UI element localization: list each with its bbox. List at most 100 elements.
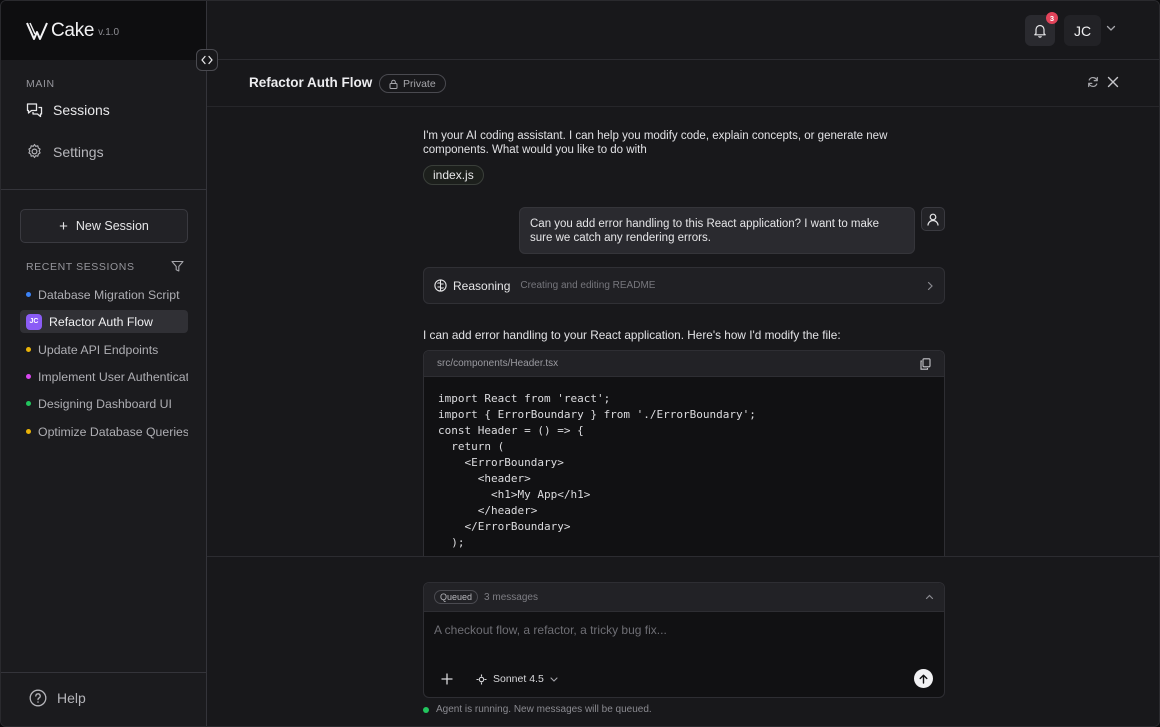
header-actions (1087, 76, 1119, 88)
notifications-button[interactable]: 3 (1025, 12, 1058, 46)
code-line: </ErrorBoundary> (438, 520, 571, 533)
filter-icon[interactable] (171, 260, 184, 273)
reasoning-panel[interactable]: Reasoning Creating and editing README (423, 267, 945, 304)
send-button[interactable] (914, 669, 933, 688)
file-chip[interactable]: index.js (423, 165, 484, 185)
status-dot (26, 374, 31, 379)
cake-logo-icon (26, 22, 48, 40)
sidebar-item-settings-label: Settings (53, 143, 104, 160)
code-line: import { ErrorBoundary } from './ErrorBo… (438, 408, 756, 421)
main-section-label: MAIN (26, 78, 55, 90)
session-label: Refactor Auth Flow (49, 314, 153, 329)
help-button[interactable]: Help (29, 689, 86, 707)
status-dot (26, 347, 31, 352)
visibility-label: Private (403, 77, 436, 90)
brand-name: Cake (51, 19, 95, 41)
chat-thread[interactable]: I'm your AI coding assistant. I can help… (207, 107, 1159, 556)
recent-sessions-label: RECENT SESSIONS (26, 260, 135, 273)
bell-icon (1034, 24, 1046, 38)
page-title: Refactor Auth Flow (249, 75, 373, 90)
code-body[interactable]: import React from 'react'; import { Erro… (424, 377, 944, 556)
code-block-header: src/components/Header.tsx (424, 351, 944, 377)
assistant-message-reply: I can add error handling to your React a… (423, 328, 841, 342)
top-bar: 3 JC (207, 1, 1159, 60)
gear-icon (28, 143, 41, 159)
lock-icon (389, 79, 398, 89)
model-select[interactable]: Sonnet 4.5 (476, 673, 558, 685)
sidebar-divider (1, 672, 206, 673)
code-block: src/components/Header.tsx import React f… (423, 350, 945, 556)
refresh-icon[interactable] (1087, 76, 1099, 88)
session-item-database-migration[interactable]: Database Migration Script (20, 283, 188, 306)
code-line: ); (438, 536, 465, 549)
visibility-badge[interactable]: Private (379, 74, 446, 93)
new-session-button[interactable]: + New Session (20, 209, 188, 243)
chevron-up-icon[interactable] (925, 594, 934, 600)
sidebar-item-settings[interactable]: Settings (26, 143, 104, 160)
code-line: <h1>My App</h1> (438, 488, 591, 501)
add-attachment-icon[interactable] (440, 672, 454, 686)
sidebar-item-sessions[interactable]: Sessions (26, 102, 110, 118)
arrow-up-icon (919, 674, 928, 684)
code-file-path: src/components/Header.tsx (437, 358, 559, 369)
session-label: Designing Dashboard UI (38, 396, 172, 411)
session-avatar: JC (26, 313, 42, 330)
plus-icon: + (59, 217, 68, 235)
sidebar-divider (1, 189, 206, 190)
brand[interactable]: Cake v.1.0 (1, 1, 206, 60)
status-dot (423, 706, 429, 713)
close-icon[interactable] (1107, 76, 1119, 88)
code-line: const Header = () => { (438, 424, 584, 437)
session-header: Refactor Auth Flow Private (207, 61, 1159, 107)
composer: Queued 3 messages Sonnet 4.5 (423, 582, 945, 698)
brain-icon (434, 279, 447, 292)
copy-icon[interactable] (920, 357, 931, 370)
queued-messages-bar[interactable]: Queued 3 messages (424, 583, 944, 612)
code-brackets-icon (201, 55, 213, 65)
user-avatar (921, 207, 945, 231)
chevron-right-icon (927, 281, 933, 290)
recent-sessions-header: RECENT SESSIONS (26, 260, 184, 273)
session-label: Implement User Authenticat (38, 369, 188, 384)
code-line: import React from 'react'; (438, 392, 611, 405)
notification-badge: 3 (1046, 12, 1058, 24)
chat-bubbles-icon (26, 103, 43, 118)
reasoning-status: Creating and editing README (520, 280, 656, 291)
session-item-implement-auth[interactable]: Implement User Authenticat (20, 365, 188, 388)
session-item-update-api[interactable]: Update API Endpoints (20, 338, 188, 361)
agent-status: Agent is running. New messages will be q… (423, 704, 652, 715)
session-item-optimize-queries[interactable]: Optimize Database Queries (20, 420, 188, 443)
sidebar-collapse-button[interactable] (196, 49, 218, 71)
user-icon (927, 213, 939, 226)
code-line: <header> (438, 472, 531, 485)
agent-status-text: Agent is running. New messages will be q… (436, 704, 652, 715)
status-dot (26, 429, 31, 434)
code-line: return ( (438, 440, 505, 453)
session-item-dashboard-ui[interactable]: Designing Dashboard UI (20, 392, 188, 415)
user-menu-button[interactable]: JC (1064, 15, 1101, 46)
session-label: Database Migration Script (38, 287, 180, 302)
chevron-down-icon (550, 676, 558, 682)
help-label: Help (57, 690, 86, 706)
sidebar-item-sessions-label: Sessions (53, 102, 110, 118)
brand-version: v.1.0 (98, 26, 120, 38)
reasoning-label: Reasoning (453, 278, 511, 293)
message-input[interactable] (434, 623, 914, 637)
session-label: Optimize Database Queries (38, 424, 188, 439)
status-dot (26, 401, 31, 406)
help-circle-icon (29, 689, 47, 707)
assistant-message-intro: I'm your AI coding assistant. I can help… (423, 130, 888, 156)
session-label: Update API Endpoints (38, 342, 159, 357)
sparkle-icon (476, 674, 487, 684)
model-label: Sonnet 4.5 (493, 673, 544, 685)
new-session-label: New Session (75, 219, 149, 233)
code-line: </header> (438, 504, 538, 517)
queued-badge: Queued (434, 590, 479, 604)
code-line: <ErrorBoundary> (438, 456, 564, 469)
queued-count: 3 messages (484, 591, 538, 603)
composer-area: Queued 3 messages Sonnet 4.5 (207, 556, 1159, 726)
chevron-down-icon[interactable] (1106, 25, 1116, 32)
session-item-refactor-auth-flow[interactable]: JC Refactor Auth Flow (20, 310, 188, 333)
status-dot (26, 292, 31, 297)
app-window: Cake v.1.0 MAIN Sessions Settings + New … (0, 0, 1160, 727)
